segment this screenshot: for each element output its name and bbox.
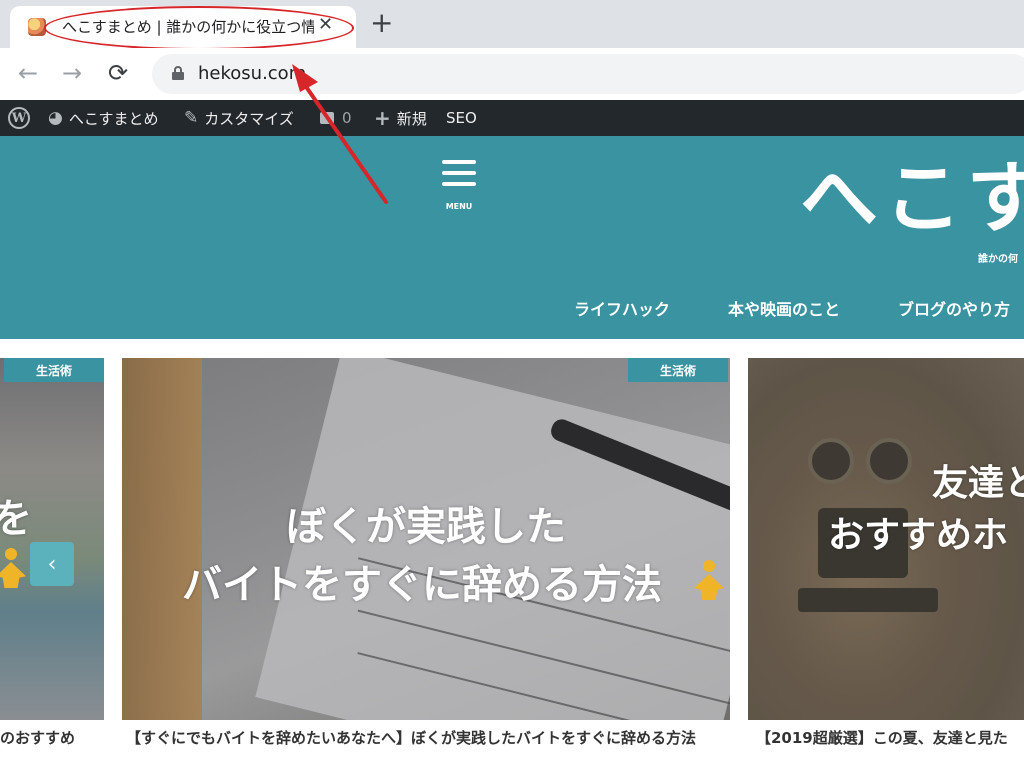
hamburger-menu-button[interactable]: MENU	[440, 160, 480, 211]
hamburger-icon-bar	[442, 182, 476, 186]
wp-logo-button[interactable]: W	[8, 100, 30, 136]
site-tagline: 誰かの何	[978, 254, 1018, 265]
back-button[interactable]: ←	[18, 60, 38, 86]
card-right-overlay-line2: おすすめホ	[828, 515, 1009, 556]
nav-item-blogging[interactable]: ブログのやり方	[898, 296, 1010, 320]
card-right-overlay-line1: 友達と	[932, 463, 1024, 504]
card-center-category-badge[interactable]: 生活術	[628, 358, 728, 382]
film-reel	[866, 438, 912, 484]
browser-tab-active[interactable]: へこすまとめ | 誰かの何かに役立つ情 ✕	[10, 6, 356, 48]
forward-button[interactable]: →	[62, 60, 82, 86]
chevron-left-icon: ‹	[47, 551, 57, 577]
admin-customize[interactable]: ✎ カスタマイズ	[184, 100, 294, 136]
tab-title: へこすまとめ | 誰かの何かに役立つ情	[62, 18, 314, 36]
tab-close-icon[interactable]: ✕	[318, 14, 333, 35]
slider-prev-button[interactable]: ‹	[30, 542, 74, 586]
person-icon	[694, 560, 724, 600]
wordpress-icon: W	[8, 107, 30, 129]
card-left-overlay-text: を	[0, 496, 32, 542]
admin-site-name-label: へこすまとめ	[68, 109, 159, 128]
admin-comments[interactable]: 0	[320, 100, 352, 136]
site-title[interactable]: へこす	[800, 154, 1024, 244]
reload-button[interactable]: ⟳	[108, 60, 128, 86]
projector-base	[798, 588, 938, 612]
url-text: hekosu.com	[198, 63, 307, 84]
admin-new[interactable]: + 新規	[374, 100, 427, 136]
admin-site-name[interactable]: ◕ へこすまとめ	[48, 100, 159, 136]
hamburger-icon-bar	[442, 171, 476, 175]
lock-icon[interactable]	[172, 66, 184, 80]
menu-label: MENU	[445, 202, 473, 211]
admin-new-label: 新規	[396, 109, 427, 128]
admin-seo[interactable]: SEO	[446, 100, 477, 136]
card-center-caption[interactable]: 【すぐにでもバイトを辞めたいあなたへ】ぼくが実践したバイトをすぐに辞める方法	[126, 726, 726, 750]
site-header: MENU へこす 誰かの何 ライフハック 本や映画のこと ブログのやり方	[0, 136, 1024, 339]
paintbrush-icon: ✎	[184, 108, 199, 128]
card-center-overlay-line1: ぼくが実践した	[286, 504, 566, 550]
admin-customize-label: カスタマイズ	[204, 109, 294, 128]
address-bar[interactable]: hekosu.com	[152, 54, 1024, 94]
hamburger-icon	[442, 160, 476, 164]
wood-surface	[122, 358, 202, 720]
site-favicon-icon	[28, 18, 46, 36]
card-right-caption[interactable]: 【2019超厳選】この夏、友達と見た	[756, 726, 1024, 750]
film-reel	[808, 438, 854, 484]
admin-seo-label: SEO	[446, 109, 477, 127]
dashboard-gauge-icon: ◕	[48, 108, 63, 128]
plus-icon: +	[374, 106, 391, 130]
new-tab-button[interactable]: +	[370, 6, 393, 40]
wp-admin-bar: W ◕ へこすまとめ ✎ カスタマイズ 0 + 新規 SEO	[0, 100, 1024, 136]
nav-item-lifehack[interactable]: ライフハック	[574, 296, 670, 320]
comment-bubble-icon	[320, 112, 334, 124]
admin-comments-count: 0	[342, 109, 352, 127]
nav-item-books-movies[interactable]: 本や映画のこと	[728, 296, 840, 320]
card-left-category-badge[interactable]: 生活術	[4, 358, 104, 382]
browser-tab-strip: へこすまとめ | 誰かの何かに役立つ情 ✕ +	[0, 0, 1024, 50]
browser-toolbar: ← → ⟳ hekosu.com	[0, 48, 1024, 100]
card-center-overlay-line2: バイトをすぐに辞める方法	[182, 562, 662, 608]
person-icon	[0, 548, 26, 588]
card-left-caption[interactable]: のおすすめ	[0, 726, 104, 750]
